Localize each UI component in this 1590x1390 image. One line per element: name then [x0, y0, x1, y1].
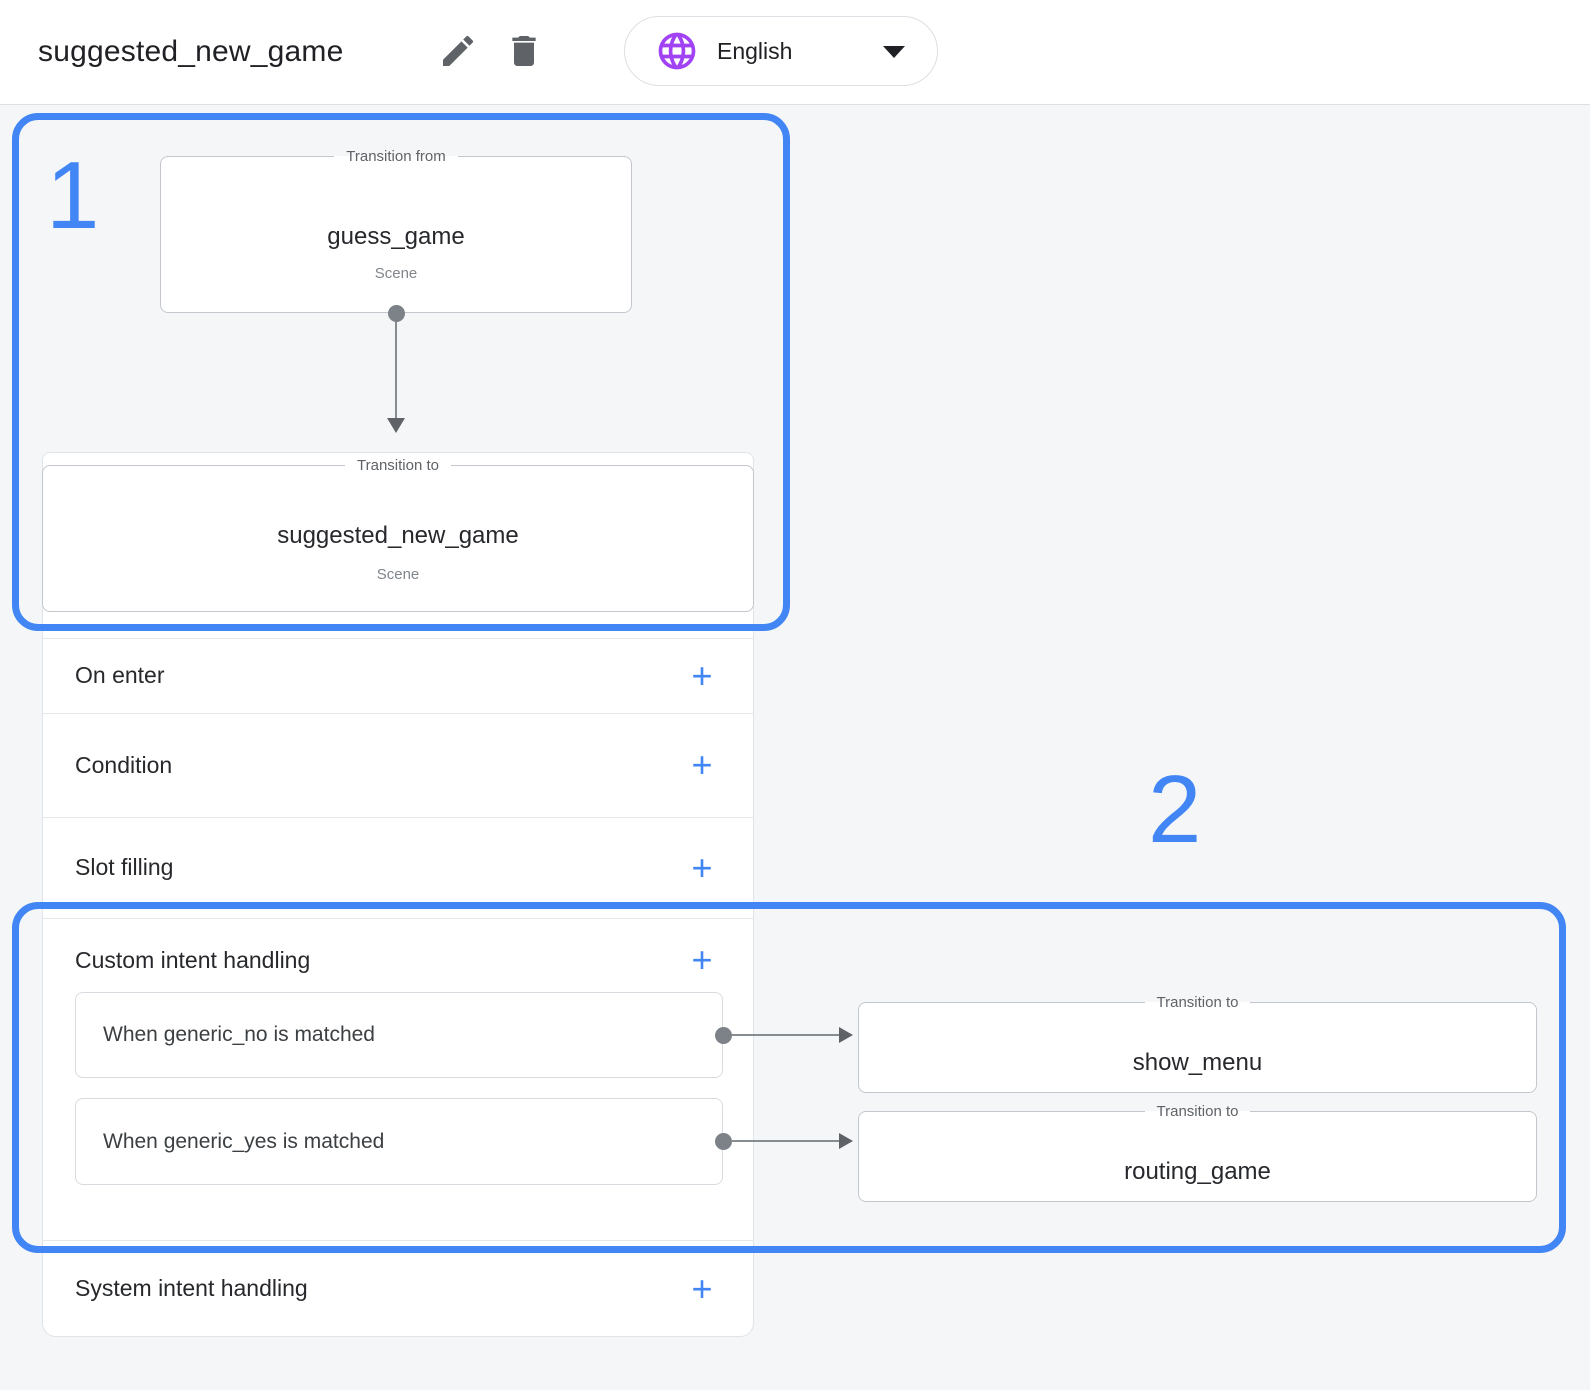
connector-line: [395, 322, 397, 418]
annotation-number-2: 2: [1148, 762, 1201, 858]
header-bar: suggested_new_game English: [0, 0, 1590, 105]
pencil-icon: [438, 31, 478, 74]
section-condition: Condition +: [42, 713, 754, 817]
scene-name: suggested_new_game: [43, 521, 753, 551]
page-title: suggested_new_game: [38, 0, 344, 104]
section-label: Custom intent handling: [75, 947, 310, 974]
connector-line: [731, 1034, 839, 1036]
scene-editor: suggested_new_game English Transition fr…: [0, 0, 1590, 1390]
transition-target-routing-game[interactable]: Transition to routing_game: [858, 1104, 1537, 1202]
transition-from-node[interactable]: Transition from guess_game Scene: [160, 149, 632, 313]
arrowhead-down-icon: [387, 418, 405, 433]
scene-type: Scene: [43, 565, 753, 585]
section-custom-intent-handling: Custom intent handling +: [42, 918, 754, 1002]
section-label: System intent handling: [75, 1275, 308, 1302]
transition-to-legend: Transition to: [345, 458, 451, 473]
scene-name: routing_game: [859, 1157, 1536, 1187]
arrowhead-right-icon: [839, 1027, 853, 1043]
add-system-intent-button[interactable]: +: [684, 1271, 720, 1307]
add-on-enter-button[interactable]: +: [684, 658, 720, 694]
section-system-intent-handling: System intent handling +: [42, 1240, 754, 1337]
language-selector[interactable]: English: [624, 16, 938, 86]
scene-type: Scene: [161, 264, 631, 284]
trash-icon: [504, 31, 544, 74]
section-slot-filling: Slot filling +: [42, 817, 754, 918]
chevron-down-icon: [883, 46, 905, 58]
section-on-enter: On enter +: [42, 638, 754, 713]
delete-scene-button[interactable]: [498, 26, 550, 78]
connector-dot: [715, 1133, 732, 1150]
intent-label: When generic_no is matched: [103, 1023, 375, 1047]
add-custom-intent-button[interactable]: +: [684, 942, 720, 978]
language-label: English: [717, 38, 792, 65]
connector-dot: [715, 1027, 732, 1044]
section-label: Slot filling: [75, 854, 173, 881]
add-slot-filling-button[interactable]: +: [684, 850, 720, 886]
transition-target-show-menu[interactable]: Transition to show_menu: [858, 995, 1537, 1093]
annotation-number-1: 1: [46, 148, 99, 244]
connector-line: [731, 1140, 839, 1142]
transition-to-legend: Transition to: [1145, 995, 1251, 1010]
transition-from-legend: Transition from: [334, 149, 457, 164]
scene-name: guess_game: [161, 222, 631, 252]
add-condition-button[interactable]: +: [684, 747, 720, 783]
intent-card-generic-yes[interactable]: When generic_yes is matched: [75, 1098, 723, 1185]
arrowhead-right-icon: [839, 1133, 853, 1149]
section-label: On enter: [75, 662, 165, 689]
transition-to-node[interactable]: Transition to suggested_new_game Scene: [42, 458, 754, 612]
edit-scene-button[interactable]: [432, 26, 484, 78]
connector-dot: [388, 305, 405, 322]
transition-to-legend: Transition to: [1145, 1104, 1251, 1119]
scene-name: show_menu: [859, 1048, 1536, 1078]
section-label: Condition: [75, 752, 172, 779]
globe-icon: [655, 29, 699, 73]
intent-label: When generic_yes is matched: [103, 1130, 384, 1154]
intent-card-generic-no[interactable]: When generic_no is matched: [75, 992, 723, 1078]
